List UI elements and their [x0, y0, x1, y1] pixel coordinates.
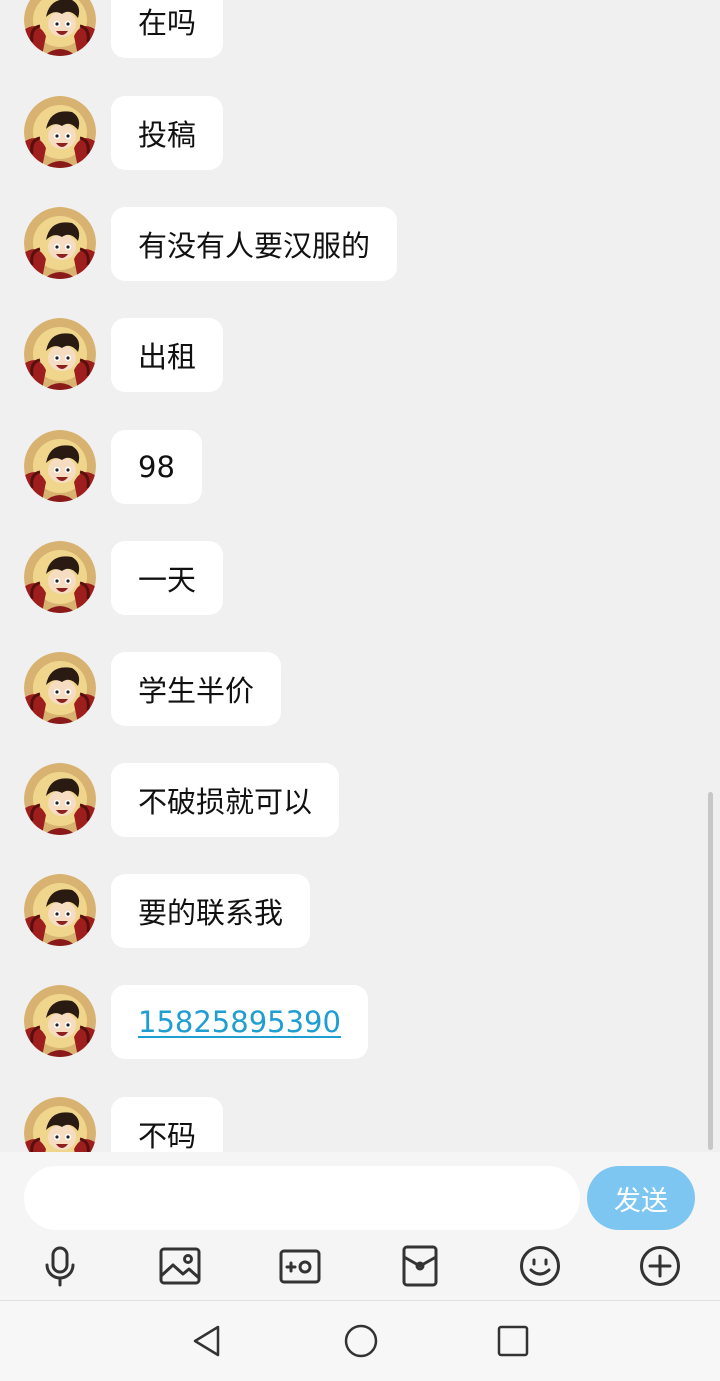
- message-bubble[interactable]: 在吗: [111, 0, 224, 58]
- message-bubble[interactable]: 不码: [111, 1097, 224, 1152]
- avatar[interactable]: [24, 763, 96, 835]
- message-row: 不破损就可以: [0, 763, 720, 839]
- avatar[interactable]: [24, 0, 96, 56]
- avatar[interactable]: [24, 541, 96, 613]
- message-bubble[interactable]: 学生半价: [111, 652, 282, 726]
- message-bubble[interactable]: 有没有人要汉服的: [111, 207, 398, 281]
- camera-icon[interactable]: [278, 1244, 322, 1288]
- avatar[interactable]: [24, 1097, 96, 1152]
- emoji-icon[interactable]: [518, 1244, 562, 1288]
- composer: 发送: [0, 1152, 720, 1300]
- message-bubble[interactable]: 98: [111, 430, 202, 504]
- avatar[interactable]: [24, 874, 96, 946]
- message-row: 15825895390: [0, 985, 720, 1061]
- recents-square-icon[interactable]: [495, 1323, 531, 1359]
- message-input[interactable]: [24, 1166, 580, 1230]
- avatar[interactable]: [24, 207, 96, 279]
- send-button[interactable]: 发送: [587, 1166, 695, 1230]
- avatar[interactable]: [24, 652, 96, 724]
- message-bubble[interactable]: 出租: [111, 318, 224, 392]
- system-navigation-bar: [0, 1300, 720, 1381]
- image-icon[interactable]: [158, 1244, 202, 1288]
- red-packet-icon[interactable]: [398, 1244, 442, 1288]
- message-bubble[interactable]: 要的联系我: [111, 874, 311, 948]
- message-row: 学生半价: [0, 652, 720, 728]
- message-bubble[interactable]: 一天: [111, 541, 224, 615]
- message-row: 一天: [0, 541, 720, 617]
- avatar[interactable]: [24, 985, 96, 1057]
- message-row: 要的联系我: [0, 874, 720, 950]
- message-row: 投稿: [0, 96, 720, 172]
- message-bubble[interactable]: 投稿: [111, 96, 224, 170]
- back-triangle-icon[interactable]: [189, 1323, 225, 1359]
- plus-icon[interactable]: [638, 1244, 682, 1288]
- message-row: 在吗: [0, 0, 720, 60]
- scrollbar[interactable]: [708, 792, 713, 1150]
- message-bubble[interactable]: 不破损就可以: [111, 763, 340, 837]
- message-row: 有没有人要汉服的: [0, 207, 720, 283]
- message-row: 98: [0, 430, 720, 506]
- message-row: 出租: [0, 318, 720, 394]
- chat-message-list[interactable]: 在吗 投稿 有没有人要汉服的 出租 98 一天 学生半价 不破损就可以 要的联系…: [0, 0, 720, 1152]
- avatar[interactable]: [24, 430, 96, 502]
- message-row: 不码: [0, 1097, 720, 1152]
- home-circle-icon[interactable]: [343, 1323, 379, 1359]
- avatar[interactable]: [24, 96, 96, 168]
- avatar[interactable]: [24, 318, 96, 390]
- phone-number-link[interactable]: 15825895390: [111, 985, 368, 1059]
- microphone-icon[interactable]: [38, 1244, 82, 1288]
